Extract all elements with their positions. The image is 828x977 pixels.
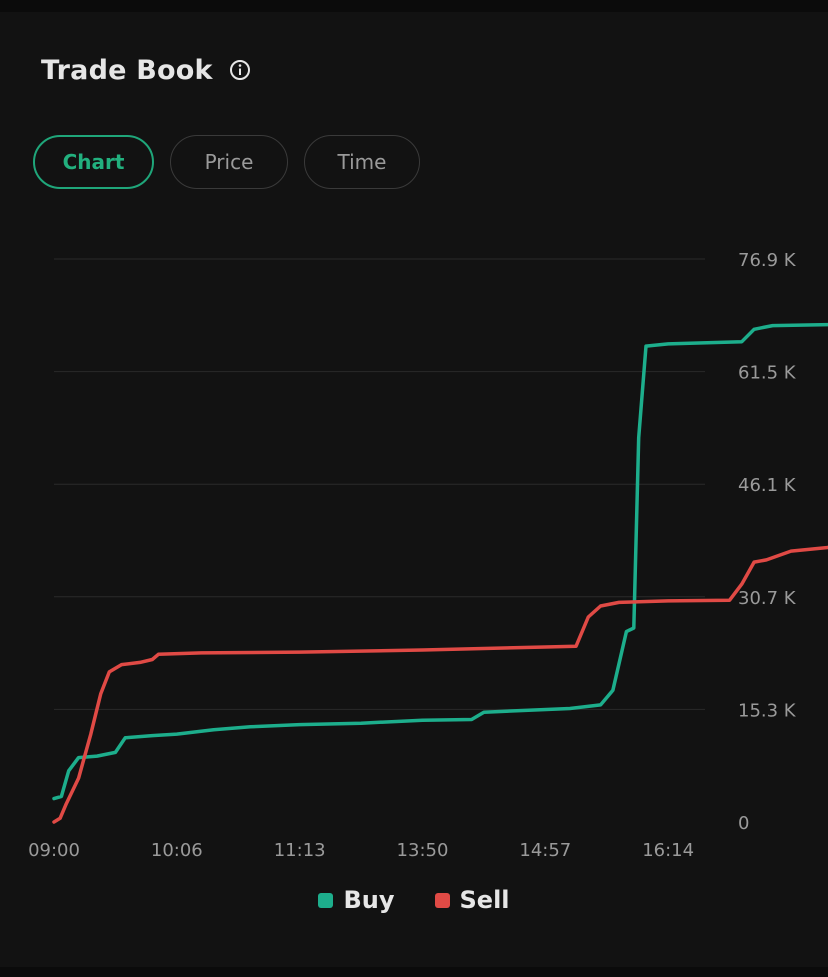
y-tick-label: 46.1 K — [738, 475, 797, 496]
series-line-sell — [52, 545, 828, 824]
legend-label-buy: Buy — [343, 886, 395, 914]
legend-item-sell[interactable]: Sell — [434, 886, 510, 914]
y-tick-label: 15.3 K — [738, 700, 797, 721]
x-tick-label: 14:57 — [519, 840, 571, 861]
y-tick-label: 76.9 K — [738, 250, 797, 271]
x-tick-label: 09:00 — [28, 840, 80, 861]
y-tick-label: 0 — [738, 813, 749, 834]
legend-swatch-buy — [318, 892, 334, 908]
x-tick-label: 11:13 — [274, 840, 326, 861]
x-tick-label: 13:50 — [397, 840, 449, 861]
x-tick-label: 16:14 — [642, 840, 694, 861]
chart-legend: Buy Sell — [0, 886, 828, 914]
y-tick-label: 61.5 K — [738, 363, 797, 384]
series-line-buy — [52, 322, 828, 801]
trade-book-chart: 0 15.3 K 30.7 K 46.1 K 61.5 K 76.9 K 09:00 10:0… — [28, 250, 828, 861]
legend-swatch-sell — [434, 892, 450, 908]
legend-label-sell: Sell — [459, 886, 510, 914]
y-tick-label: 30.7 K — [738, 588, 797, 609]
x-tick-label: 10:06 — [151, 840, 203, 861]
legend-item-buy[interactable]: Buy — [318, 886, 395, 914]
